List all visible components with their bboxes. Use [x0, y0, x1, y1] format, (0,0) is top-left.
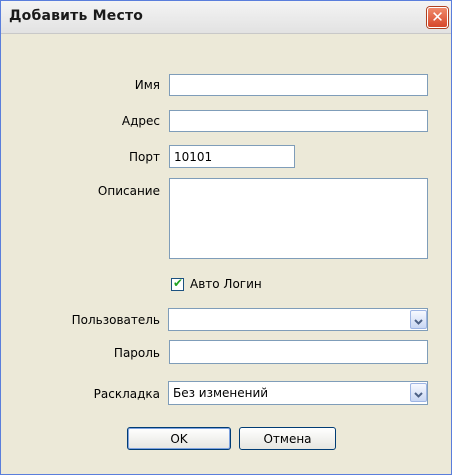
layout-label: Раскладка — [93, 387, 160, 401]
checkmark-icon: ✔ — [173, 276, 184, 290]
password-field[interactable] — [169, 340, 428, 364]
chevron-down-icon — [414, 383, 423, 402]
dialog-title: Добавить Место — [9, 8, 144, 24]
auto-login-label[interactable]: Авто Логин — [190, 277, 262, 291]
user-combobox[interactable] — [168, 308, 428, 331]
chevron-down-icon — [414, 310, 423, 329]
port-value: 10101 — [174, 149, 213, 164]
description-label: Описание — [97, 184, 160, 198]
layout-dropdown-button[interactable] — [410, 383, 427, 402]
close-icon: ✕ — [431, 8, 444, 26]
ok-button[interactable]: OK — [127, 427, 231, 450]
name-field[interactable] — [169, 74, 428, 96]
close-button[interactable]: ✕ — [427, 7, 448, 28]
cancel-button[interactable]: Отмена — [239, 427, 336, 450]
add-place-dialog: Добавить Место ✕ Имя Адрес Порт 10101 Оп… — [0, 0, 452, 475]
layout-value: Без изменений — [173, 386, 269, 400]
address-field[interactable] — [169, 110, 428, 132]
port-label: Порт — [129, 150, 160, 164]
address-label: Адрес — [121, 114, 160, 128]
user-dropdown-button[interactable] — [410, 310, 427, 329]
password-label: Пароль — [113, 346, 160, 360]
name-label: Имя — [134, 78, 160, 92]
title-bar[interactable]: Добавить Место ✕ — [1, 1, 451, 34]
auto-login-checkbox[interactable]: ✔ — [171, 276, 184, 291]
user-label: Пользователь — [71, 313, 160, 327]
layout-combobox[interactable]: Без изменений — [168, 381, 428, 405]
port-field[interactable]: 10101 — [169, 145, 295, 168]
description-field[interactable] — [169, 178, 428, 259]
